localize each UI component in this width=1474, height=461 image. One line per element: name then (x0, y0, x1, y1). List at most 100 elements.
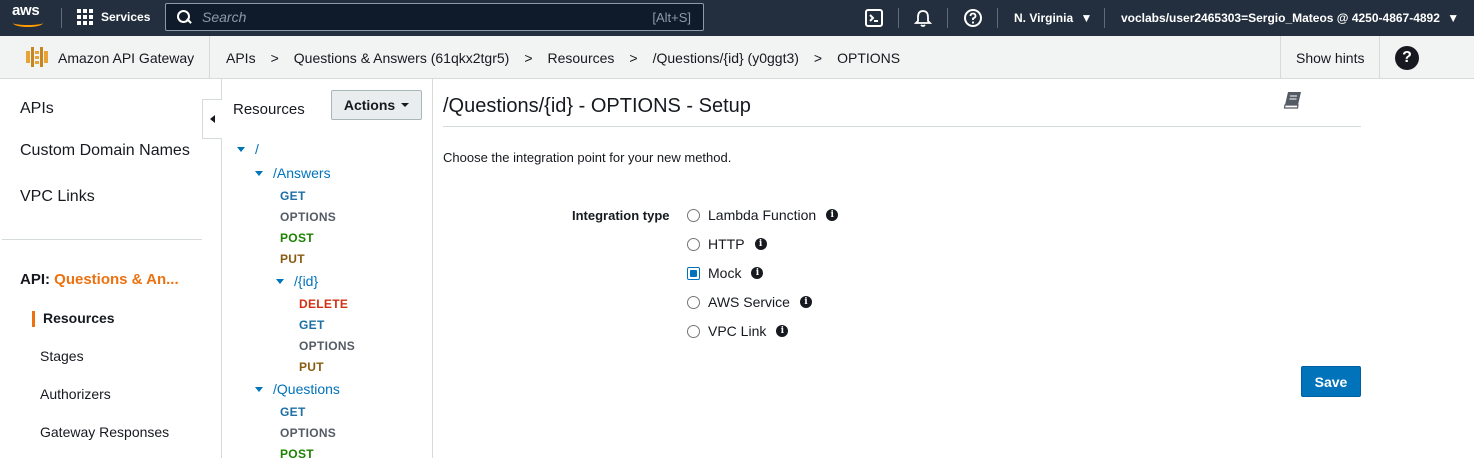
current-api-label: API: Questions & An... (20, 271, 179, 288)
collapse-sidebar-button[interactable] (202, 99, 222, 139)
page-title: /Questions/{id} - OPTIONS - Setup (443, 95, 751, 117)
account-menu[interactable]: voclabs/user2465303=Sergio_Mateos @ 4250… (1121, 11, 1459, 25)
info-icon[interactable]: i (751, 267, 764, 279)
option-label: Lambda Function (708, 207, 817, 223)
help-circle-icon[interactable]: ? (1395, 46, 1419, 70)
search-box[interactable]: [Alt+S] (165, 3, 704, 31)
option-label: HTTP (708, 236, 745, 252)
expand-triangle-icon (237, 146, 245, 152)
breadcrumb-item-resources[interactable]: Resources (548, 50, 615, 66)
tree-node-root[interactable]: / (237, 141, 259, 157)
radio-lambda-function[interactable] (687, 208, 700, 222)
tree-node-questions[interactable]: /Questions (255, 381, 340, 397)
tree-node-label: /Answers (273, 165, 331, 181)
top-navigation-bar: aws Services [Alt+S] N. Virginia ▼ vocla… (0, 0, 1474, 36)
tree-method-get[interactable]: GET (280, 405, 306, 419)
breadcrumb-separator: > (524, 50, 533, 66)
aws-smile-icon (13, 19, 43, 27)
service-header-bar: Amazon API Gateway APIs > Questions & An… (0, 36, 1474, 79)
search-input[interactable] (202, 9, 653, 25)
info-icon[interactable]: i (799, 296, 812, 308)
option-http[interactable]: HTTP i (687, 236, 767, 252)
bell-icon[interactable] (913, 8, 933, 28)
sidebar-item-stages[interactable]: Stages (40, 348, 84, 364)
breadcrumb-item-resource[interactable]: /Questions/{id} (y0ggt3) (653, 50, 799, 66)
option-label: AWS Service (708, 294, 790, 310)
show-hints-button[interactable]: Show hints (1296, 50, 1364, 66)
sidebar-item-apis[interactable]: APIs (20, 100, 54, 118)
radio-vpc-link[interactable] (687, 324, 700, 338)
api-gateway-logo-icon[interactable] (26, 46, 48, 68)
tree-method-options[interactable]: OPTIONS (280, 426, 336, 440)
info-icon[interactable]: i (754, 238, 767, 250)
region-label: N. Virginia (1014, 11, 1074, 25)
breadcrumb-separator: > (813, 50, 823, 66)
documentation-book-icon[interactable] (1283, 91, 1303, 109)
breadcrumb-item-api[interactable]: Questions & Answers (61qkx2tgr5) (294, 50, 510, 66)
method-setup-panel: /Questions/{id} - OPTIONS - Setup Choose… (443, 79, 1361, 458)
breadcrumb-separator: > (270, 50, 279, 66)
grid-icon (77, 9, 93, 25)
resources-tree-panel: Resources Actions / /Answers GET OPTIONS… (222, 79, 433, 461)
sidebar-item-resources[interactable]: Resources (43, 310, 115, 326)
api-name-link[interactable]: Questions & An... (54, 271, 178, 288)
tree-node-answers-id[interactable]: /{id} (276, 273, 318, 289)
option-mock[interactable]: Mock i (687, 265, 764, 281)
expand-triangle-icon (255, 170, 263, 176)
radio-aws-service[interactable] (687, 295, 700, 309)
divider (1379, 36, 1380, 79)
caret-left-icon (210, 115, 215, 123)
help-icon[interactable] (963, 8, 983, 28)
caret-down-icon: ▼ (1447, 11, 1460, 25)
aws-logo-text: aws (12, 2, 40, 19)
tree-method-options[interactable]: OPTIONS (299, 339, 355, 353)
info-icon[interactable]: i (776, 325, 789, 337)
sidebar-item-gateway-responses[interactable]: Gateway Responses (40, 424, 169, 440)
tree-node-answers[interactable]: /Answers (255, 165, 331, 181)
search-shortcut-hint: [Alt+S] (652, 9, 691, 25)
active-indicator (32, 311, 35, 327)
region-selector[interactable]: N. Virginia ▼ (1014, 11, 1092, 25)
tree-method-post[interactable]: POST (280, 231, 314, 245)
radio-http[interactable] (687, 237, 700, 251)
services-label: Services (101, 10, 151, 24)
resources-tree-title: Resources (233, 101, 305, 118)
integration-type-label: Integration type (572, 208, 670, 223)
sidebar-item-vpc-links[interactable]: VPC Links (20, 188, 95, 206)
actions-dropdown-button[interactable]: Actions (331, 90, 422, 120)
option-vpc-link[interactable]: VPC Link i (687, 323, 789, 339)
nav-divider (898, 8, 899, 28)
nav-divider (1104, 8, 1105, 28)
option-aws-service[interactable]: AWS Service i (687, 294, 812, 310)
tree-method-put[interactable]: PUT (299, 360, 324, 374)
breadcrumb-separator: > (629, 50, 638, 66)
tree-method-options[interactable]: OPTIONS (280, 210, 336, 224)
title-divider (443, 126, 1361, 127)
left-sidebar: APIs Custom Domain Names VPC Links API: … (0, 79, 222, 458)
info-icon[interactable]: i (826, 209, 839, 221)
aws-logo[interactable]: aws (12, 2, 46, 30)
sidebar-item-custom-domain-names[interactable]: Custom Domain Names (20, 142, 190, 160)
breadcrumb-item-apis[interactable]: APIs (226, 50, 256, 66)
expand-triangle-icon (276, 278, 284, 284)
divider (209, 36, 210, 79)
tree-node-label: /Questions (273, 381, 340, 397)
service-name[interactable]: Amazon API Gateway (58, 50, 194, 66)
nav-divider (997, 8, 998, 28)
tree-node-label: / (255, 141, 259, 157)
divider (1280, 36, 1281, 79)
radio-mock[interactable] (687, 266, 700, 280)
expand-triangle-icon (255, 386, 263, 392)
save-button[interactable]: Save (1301, 366, 1361, 397)
nav-divider (947, 8, 948, 28)
tree-method-post[interactable]: POST (280, 447, 314, 461)
sidebar-item-authorizers[interactable]: Authorizers (40, 386, 111, 402)
tree-method-delete[interactable]: DELETE (299, 297, 348, 311)
cloudshell-icon[interactable] (864, 8, 884, 28)
tree-method-get[interactable]: GET (280, 189, 306, 203)
option-lambda-function[interactable]: Lambda Function i (687, 207, 839, 223)
tree-method-get[interactable]: GET (299, 318, 325, 332)
services-menu-button[interactable]: Services (77, 9, 150, 25)
tree-method-put[interactable]: PUT (280, 252, 305, 266)
account-label: voclabs/user2465303=Sergio_Mateos @ 4250… (1121, 11, 1440, 25)
